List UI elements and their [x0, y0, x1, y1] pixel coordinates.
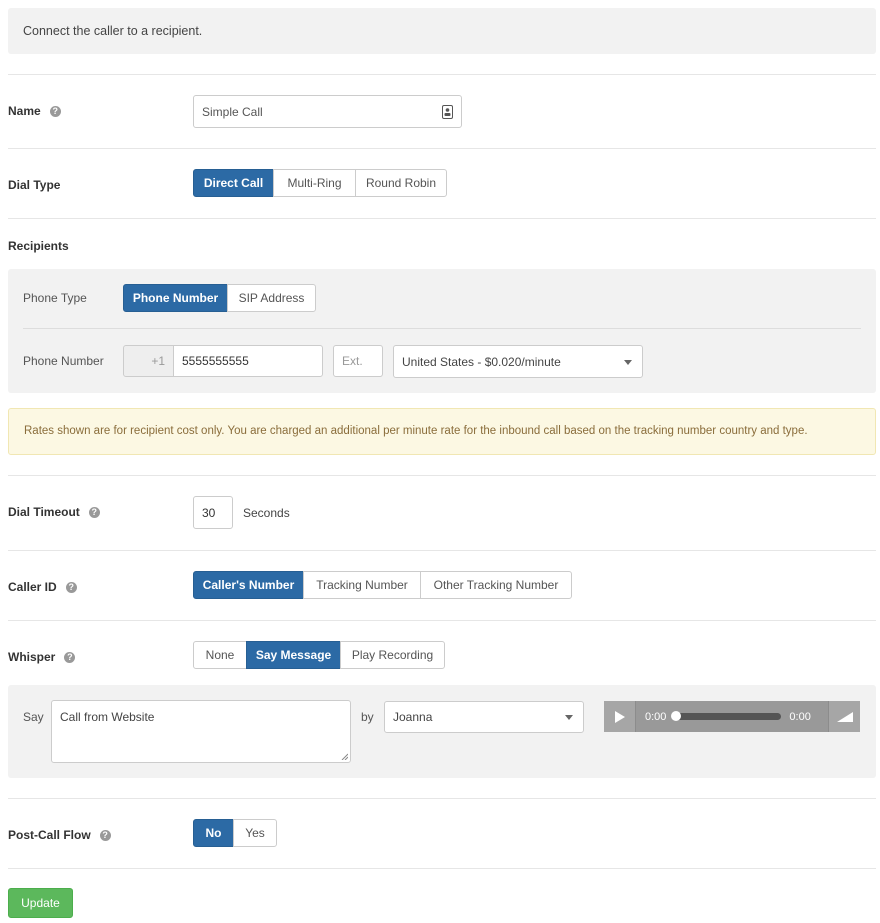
divider [8, 798, 876, 799]
whisper-label-row: Whisper? [8, 650, 76, 664]
divider [8, 74, 876, 75]
dial-timeout-unit: Seconds [243, 506, 290, 520]
question-circle-icon[interactable]: ? [88, 507, 100, 518]
panel-divider [23, 328, 861, 329]
country-code: +1 [151, 354, 165, 368]
audio-progress-track[interactable] [671, 711, 782, 721]
intro-text: Connect the caller to a recipient. [23, 24, 203, 38]
whisper-group: None Say Message Play Recording [193, 641, 445, 669]
audio-duration: 0:00 [789, 710, 811, 723]
phone-number-input[interactable]: 5555555555 [173, 345, 323, 377]
audio-player: 0:00 0:00 [604, 701, 860, 732]
audio-progress-thumb[interactable] [671, 711, 682, 721]
intro-banner: Connect the caller to a recipient. [8, 8, 876, 54]
post-call-flow-label-row: Post-Call Flow? [8, 828, 111, 842]
voice-select[interactable]: Joanna [384, 701, 584, 733]
country-rate-select[interactable]: United States - $0.020/minute [393, 345, 643, 378]
whisper-label: Whisper [8, 650, 56, 664]
caller-id-other-tracking-number-button[interactable]: Other Tracking Number [420, 571, 572, 599]
whisper-none-button[interactable]: None [193, 641, 247, 669]
chevron-down-icon [624, 359, 632, 365]
name-input[interactable]: Simple Call [193, 95, 462, 128]
question-circle-icon[interactable]: ? [99, 830, 111, 841]
country-rate-value: United States - $0.020/minute [402, 354, 561, 369]
caller-id-label-row: Caller ID? [8, 580, 77, 594]
dial-type-round-robin-button[interactable]: Round Robin [355, 169, 447, 197]
ext-placeholder: Ext. [342, 354, 363, 368]
caller-id-group: Caller's Number Tracking Number Other Tr… [193, 571, 572, 599]
rates-notice-text: Rates shown are for recipient cost only.… [24, 425, 808, 437]
post-call-flow-group: No Yes [193, 819, 277, 847]
phone-number-label: Phone Number [23, 354, 104, 368]
voice-value: Joanna [393, 710, 433, 724]
volume-button[interactable] [828, 701, 860, 732]
recipients-label: Recipients [8, 239, 69, 253]
play-button[interactable] [604, 701, 636, 732]
name-value: Simple Call [202, 104, 263, 119]
question-circle-icon[interactable]: ? [49, 106, 61, 117]
dial-type-direct-call-button[interactable]: Direct Call [193, 169, 274, 197]
dial-type-multi-ring-button[interactable]: Multi-Ring [273, 169, 356, 197]
whisper-play-recording-button[interactable]: Play Recording [340, 641, 445, 669]
contact-card-icon[interactable] [442, 105, 453, 119]
dial-timeout-value: 30 [202, 505, 216, 520]
rates-notice: Rates shown are for recipient cost only.… [8, 408, 876, 455]
divider [8, 620, 876, 621]
say-message-value: Call from Website [60, 710, 155, 724]
play-icon [614, 710, 625, 723]
whisper-say-message-button[interactable]: Say Message [246, 641, 341, 669]
phone-number-value: 5555555555 [182, 354, 249, 368]
phone-type-group: Phone Number SIP Address [123, 284, 316, 312]
phone-type-sip-address-button[interactable]: SIP Address [227, 284, 316, 312]
dial-timeout-input[interactable]: 30 [193, 496, 233, 529]
post-call-flow-yes-button[interactable]: Yes [233, 819, 277, 847]
volume-icon [836, 711, 853, 722]
divider [8, 148, 876, 149]
dial-type-group: Direct Call Multi-Ring Round Robin [193, 169, 447, 197]
by-label: by [361, 710, 374, 724]
chevron-down-icon [565, 715, 573, 720]
say-label: Say [23, 710, 44, 724]
post-call-flow-no-button[interactable]: No [193, 819, 234, 847]
resize-handle-icon[interactable] [341, 753, 348, 760]
divider [8, 218, 876, 219]
name-label: Name [8, 104, 41, 118]
say-message-textarea[interactable]: Call from Website [51, 700, 351, 763]
divider [8, 868, 876, 869]
country-code-addon: +1 [123, 345, 174, 377]
divider [8, 550, 876, 551]
caller-id-label: Caller ID [8, 580, 57, 594]
phone-type-label: Phone Type [23, 291, 87, 305]
ext-input[interactable]: Ext. [333, 345, 383, 377]
phone-type-phone-number-button[interactable]: Phone Number [123, 284, 228, 312]
question-circle-icon[interactable]: ? [64, 652, 76, 663]
post-call-flow-label: Post-Call Flow [8, 828, 91, 842]
name-label-row: Name? [8, 104, 61, 118]
question-circle-icon[interactable]: ? [65, 582, 77, 593]
dial-type-label: Dial Type [8, 178, 61, 192]
caller-id-tracking-number-button[interactable]: Tracking Number [303, 571, 421, 599]
dial-timeout-label: Dial Timeout [8, 505, 80, 519]
dial-timeout-label-row: Dial Timeout? [8, 505, 100, 519]
audio-current-time: 0:00 [645, 710, 667, 723]
update-button[interactable]: Update [8, 888, 73, 918]
caller-id-callers-number-button[interactable]: Caller's Number [193, 571, 304, 599]
divider [8, 475, 876, 476]
